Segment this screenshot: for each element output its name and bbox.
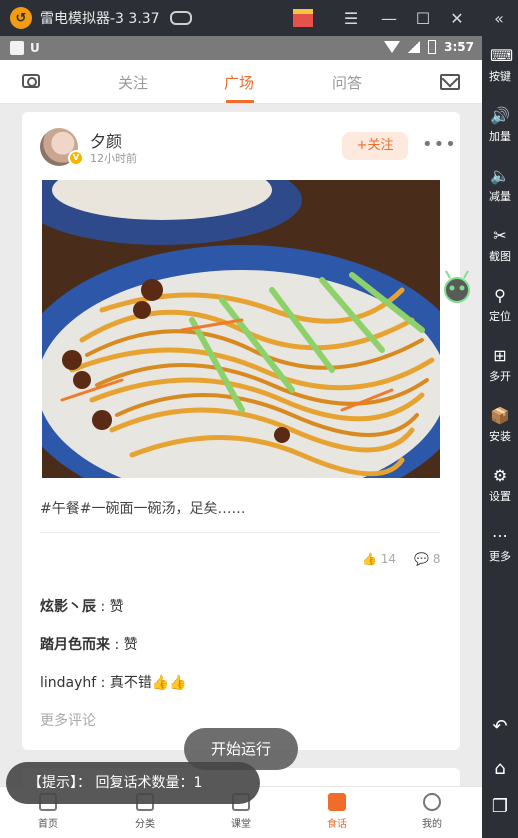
sidebar-item-multi[interactable]: ⊞ 多开: [482, 346, 518, 384]
multi-instance-icon: ⊞: [493, 346, 507, 365]
post-photo[interactable]: [42, 180, 440, 478]
battery-icon: [428, 40, 437, 54]
gift-icon: [293, 9, 313, 27]
minimize-icon[interactable]: —: [378, 8, 400, 28]
post-text: #午餐#一碗面一碗汤，足矣……: [40, 501, 246, 517]
post-username[interactable]: 夕颜: [90, 128, 122, 152]
close-icon[interactable]: ✕: [446, 8, 468, 28]
sidebar-item-more[interactable]: ⋯ 更多: [482, 526, 518, 564]
sidebar-item-screenshot[interactable]: ✂ 截图: [482, 226, 518, 264]
apk-icon: 📦: [490, 406, 510, 425]
sidebar-item-location[interactable]: ⚲ 定位: [482, 286, 518, 324]
scissors-icon: ✂: [493, 226, 507, 245]
comment-item[interactable]: 炫影丶辰 : 赞: [40, 596, 124, 616]
bug-floating-icon[interactable]: [440, 268, 474, 304]
volume-down-icon: 🔈: [490, 166, 510, 185]
sidebar-item-install[interactable]: 📦 安装: [482, 406, 518, 444]
verified-badge: V: [68, 150, 84, 166]
active-tab-indicator: [226, 100, 254, 103]
android-statusbar: U 3:57: [0, 36, 482, 60]
more-dots-icon: ⋯: [492, 526, 508, 545]
back-icon[interactable]: ↶: [482, 716, 518, 737]
comment-item[interactable]: 踏月色而来 : 赞: [40, 634, 138, 654]
recents-icon[interactable]: ❐: [482, 796, 518, 817]
like-button[interactable]: 👍 14: [362, 552, 396, 566]
volume-up-icon: 🔊: [490, 106, 510, 125]
maximize-icon[interactable]: ☐: [412, 8, 434, 28]
sidebar-item-volume-down[interactable]: 🔈 减量: [482, 166, 518, 204]
mail-icon[interactable]: [440, 74, 460, 90]
collapse-sidebar-icon[interactable]: «: [488, 8, 510, 28]
app-notification-icon: U: [30, 41, 40, 55]
sidebar-item-volume-up[interactable]: 🔊 加量: [482, 106, 518, 144]
follow-button[interactable]: +关注: [342, 132, 408, 160]
post-time: 12小时前: [90, 152, 137, 165]
chat-bubble-icon: [328, 793, 346, 811]
more-comments-link[interactable]: 更多评论: [40, 710, 96, 730]
wifi-icon: [384, 41, 401, 53]
nav-food-talk[interactable]: 食话: [307, 793, 367, 830]
gift-button[interactable]: [292, 8, 314, 28]
comment-item[interactable]: lindayhf : 真不错👍👍: [40, 672, 187, 692]
comment-button[interactable]: 💬 8: [414, 552, 440, 566]
tab-qa[interactable]: 问答: [332, 72, 362, 93]
comment-count: 8: [432, 552, 441, 566]
hint-toast: 【提示】： 回复话术数量：1: [6, 762, 260, 804]
like-count: 14: [380, 552, 397, 566]
gamepad-icon[interactable]: [169, 11, 192, 25]
emulator-title: 雷电模拟器-3 3.37: [40, 11, 160, 27]
tab-square[interactable]: 广场: [224, 72, 254, 93]
nav-mine[interactable]: 我的: [402, 793, 462, 830]
tab-follow[interactable]: 关注: [118, 72, 148, 93]
sidebar-item-settings[interactable]: ⚙ 设置: [482, 466, 518, 504]
gear-icon: ⚙: [492, 466, 508, 485]
keyboard-icon: ⌨: [490, 46, 514, 65]
notification-icon: [10, 41, 24, 55]
app-header: 关注 广场 问答: [0, 60, 482, 104]
more-options-icon[interactable]: •••: [422, 134, 457, 155]
signal-icon: [408, 41, 421, 53]
emulator-titlebar: ↺ 雷电模拟器-3 3.37 ☰ — ☐ ✕ «: [0, 0, 518, 36]
emulator-sidebar: ⌨ 按键 🔊 加量 🔈 减量 ✂ 截图 ⚲ 定位 ⊞ 多开 📦 安装 ⚙ 设置 ⋯ 更多 ↶ ⌂ …: [482, 36, 518, 838]
user-icon: [423, 793, 441, 811]
status-time: 3:57: [444, 40, 474, 54]
sidebar-item-keys[interactable]: ⌨ 按键: [482, 46, 518, 84]
post-card[interactable]: V 夕颜 12小时前 +关注 ••• #午餐#一碗面一碗汤，足矣…… 👍 14 …: [22, 112, 460, 750]
home-icon[interactable]: ⌂: [482, 758, 518, 779]
camera-icon[interactable]: [22, 74, 40, 88]
menu-icon[interactable]: ☰: [340, 8, 362, 28]
emulator-logo-icon: ↺: [10, 7, 32, 29]
divider: [40, 532, 440, 533]
location-icon: ⚲: [494, 286, 506, 305]
